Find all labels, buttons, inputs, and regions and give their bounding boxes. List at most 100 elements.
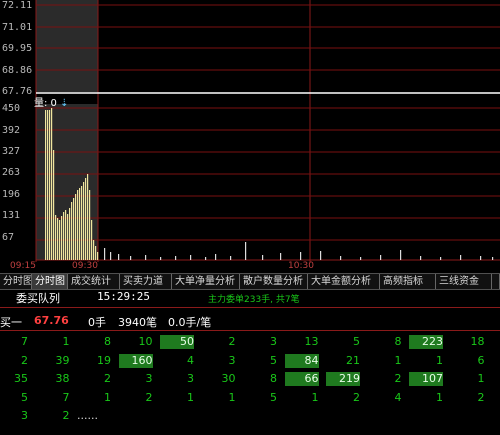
volume-bar: [73, 198, 75, 260]
volume-bar: [79, 188, 81, 260]
order-cell: 21: [346, 353, 360, 367]
volume-bar: [320, 251, 322, 260]
order-cell: 2: [477, 390, 485, 404]
order-cell: 2: [21, 353, 28, 367]
order-cell: 50: [160, 335, 194, 349]
order-cell: 30: [221, 372, 236, 385]
tab-trade-stats[interactable]: 成交统计: [68, 274, 120, 289]
order-cell: 7: [62, 390, 70, 404]
divider: [0, 307, 500, 308]
order-cell: ......: [77, 409, 98, 422]
order-cell: 1: [436, 390, 443, 404]
volume-bar: [53, 150, 55, 260]
order-cell: 2: [394, 372, 402, 385]
stock-intraday-panel: 72.11 71.01 69.95 68.86 67.76 量: 0 ⇣ 450…: [0, 0, 500, 435]
order-cell: 1: [228, 390, 236, 404]
volume-bar: [380, 255, 382, 260]
order-cell: 2: [228, 335, 236, 348]
volume-bar: [215, 254, 217, 260]
volume-tick-label: 196: [2, 189, 21, 200]
price-tick-label: 71.01: [2, 22, 33, 33]
order-cell: 1: [187, 390, 194, 404]
volume-bar: [75, 194, 77, 260]
volume-bar: [95, 246, 97, 260]
volume-bar: [87, 174, 89, 260]
volume-bar: [205, 257, 207, 260]
volume-bar: [81, 186, 83, 260]
order-cell: 107: [409, 372, 443, 386]
order-cell: 1: [394, 353, 402, 367]
volume-bar: [89, 190, 91, 260]
volume-bar: [91, 220, 93, 260]
volume-bar: [97, 252, 99, 260]
volume-bar: [175, 256, 177, 260]
time-tick-label: 09:30: [72, 261, 98, 271]
order-cell: 5: [353, 335, 360, 348]
order-cell: 4: [187, 353, 194, 367]
order-cell: 219: [326, 372, 360, 386]
order-cell: 1: [62, 335, 70, 348]
volume-bar: [400, 250, 402, 260]
volume-bar: [480, 256, 482, 260]
tab-overflow[interactable]: [492, 274, 500, 289]
order-cell: 7: [21, 335, 28, 348]
volume-bar: [160, 257, 162, 260]
tab-hf-indicator[interactable]: 高频指标: [380, 274, 436, 289]
volume-bar: [230, 256, 232, 260]
volume-bar: [67, 214, 69, 260]
volume-bar: [65, 210, 67, 260]
order-cell: 2: [145, 390, 153, 404]
volume-bar: [110, 252, 112, 260]
order-cell: 66: [284, 372, 319, 386]
volume-tick-label: 131: [2, 210, 21, 221]
order-cell: 5: [270, 390, 277, 404]
volume-bar: [130, 256, 132, 260]
order-cell: 2: [104, 372, 111, 385]
order-cell: 1: [104, 390, 111, 404]
volume-label: 量: 0 ⇣: [34, 98, 69, 109]
volume-bar: [69, 208, 71, 260]
order-cell: 84: [284, 353, 319, 368]
tab-buy-sell-force[interactable]: 买卖力道: [120, 274, 172, 289]
order-cell: 5: [270, 353, 277, 367]
volume-tick-label: 67: [2, 232, 15, 243]
tab-big-order-net[interactable]: 大单净量分析: [172, 274, 240, 289]
order-cell: 160: [118, 353, 153, 368]
volume-tick-label: 327: [2, 146, 21, 157]
divider: [0, 330, 500, 331]
order-queue-grid: 7 1 8 10 50 2 3 13 5 8 223 18 2 39 19 160 4 3 5 84 21 1 1 6 35 38…: [0, 332, 500, 435]
volume-bar: [145, 255, 147, 260]
volume-bar: [440, 257, 442, 260]
volume-chart[interactable]: [0, 96, 500, 262]
queue-time: 15:29:25: [97, 290, 150, 303]
volume-tick-label: 263: [2, 167, 21, 178]
queue-summary: 主力委单233手, 共7笔: [208, 295, 300, 305]
volume-bar: [55, 215, 57, 260]
volume-bar: [262, 255, 264, 260]
volume-bar: [57, 218, 59, 260]
price-tick-label: 68.86: [2, 65, 33, 76]
order-cell: 2: [353, 390, 360, 404]
tab-big-order-amount[interactable]: 大单金额分析: [308, 274, 380, 289]
volume-bar: [77, 190, 79, 260]
volume-bar: [49, 110, 51, 260]
tab-chart[interactable]: 分时图: [0, 274, 32, 289]
price-chart[interactable]: [0, 0, 500, 96]
volume-bar: [83, 182, 85, 260]
queue-title: 委买队列: [16, 292, 60, 305]
tab-intraday[interactable]: 分时图: [32, 274, 68, 289]
volume-bar: [71, 202, 73, 260]
volume-bar: [360, 257, 362, 260]
order-cell: 1: [477, 372, 485, 385]
volume-bar: [104, 248, 106, 260]
volume-bar: [45, 110, 47, 260]
volume-bar: [300, 252, 302, 260]
order-cell: 1: [311, 390, 319, 404]
tab-three-line-funds[interactable]: 三线资金: [436, 274, 492, 289]
tab-retail-count[interactable]: 散户数量分析: [240, 274, 308, 289]
order-cell: 1: [436, 353, 443, 367]
order-cell: 8: [104, 335, 111, 348]
order-cell: 3: [145, 372, 153, 385]
time-tick-label: 09:15: [10, 261, 36, 271]
volume-bar: [190, 255, 192, 260]
